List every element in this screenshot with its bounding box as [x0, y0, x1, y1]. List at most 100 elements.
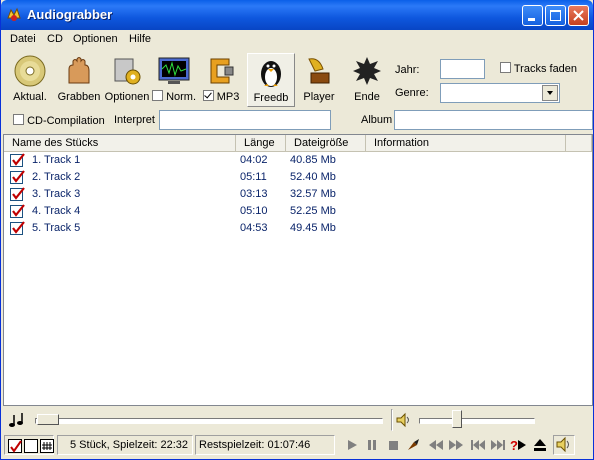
track-name: 1. Track 1 — [32, 154, 81, 166]
track-name: 5. Track 5 — [32, 222, 81, 234]
invert-selection-icon — [42, 442, 52, 450]
jahr-label: Jahr: — [395, 64, 420, 76]
chevron-down-icon — [547, 91, 553, 95]
close-button[interactable] — [568, 5, 589, 26]
interpret-input[interactable] — [159, 110, 331, 130]
column-header-length[interactable]: Länge — [236, 135, 286, 152]
mp3-option[interactable]: MP3 — [199, 53, 243, 105]
track-size: 52.40 Mb — [290, 171, 336, 183]
track-length: 04:02 — [240, 154, 268, 166]
track-size: 52.25 Mb — [290, 205, 336, 217]
settings-icon — [114, 58, 141, 85]
select-all-button[interactable] — [8, 439, 22, 453]
column-header-size[interactable]: Dateigröße — [286, 135, 366, 152]
red-check-icon — [12, 221, 25, 234]
menu-datei[interactable]: Datei — [10, 33, 36, 45]
track-length: 03:13 — [240, 188, 268, 200]
menu-bar: Datei CD Optionen Hilfe — [1, 30, 594, 49]
column-header-information[interactable]: Information — [366, 135, 566, 152]
title-bar[interactable]: Audiograbber — [1, 0, 593, 30]
pause-icon[interactable] — [363, 437, 381, 453]
cd-compilation-checkbox[interactable] — [13, 114, 24, 125]
svg-text:?: ? — [510, 438, 518, 453]
volume-track[interactable] — [419, 418, 535, 424]
random-play-icon[interactable]: ? — [509, 437, 527, 453]
toolbar: Aktual. Grabben Optionen Norm. MP3 Freed… — [1, 50, 594, 107]
cd-refresh-icon — [14, 55, 46, 87]
waveform-monitor-icon — [158, 57, 190, 84]
clamp-icon — [210, 58, 234, 84]
track-checkbox[interactable] — [10, 221, 25, 235]
tracks-faden-checkbox[interactable] — [500, 62, 511, 73]
red-check-icon — [12, 187, 25, 200]
table-row[interactable]: 5. Track 5 04:53 49.45 Mb — [4, 220, 592, 237]
select-none-button[interactable] — [24, 439, 38, 453]
grabben-button[interactable]: Grabben — [56, 53, 102, 105]
gramophone-icon — [308, 58, 330, 84]
separator — [391, 409, 393, 431]
norm-option[interactable]: Norm. — [152, 53, 196, 105]
cd-info-row: CD-Compilation Interpret Album — [1, 109, 594, 131]
music-notes-icon — [9, 413, 23, 427]
aktual-button[interactable]: Aktual. — [7, 53, 53, 105]
position-slider-thumb[interactable] — [37, 414, 59, 425]
freedb-button[interactable]: Freedb — [247, 53, 295, 107]
player-button[interactable]: Player — [297, 53, 341, 105]
track-checkbox[interactable] — [10, 187, 25, 201]
table-row[interactable]: 2. Track 2 05:11 52.40 Mb — [4, 169, 592, 186]
next-track-icon[interactable] — [489, 437, 507, 453]
invert-selection-button[interactable] — [40, 439, 54, 453]
mp3-checkbox[interactable] — [202, 90, 214, 101]
track-name: 4. Track 4 — [32, 205, 81, 217]
exit-splat-icon — [353, 57, 381, 85]
fast-forward-icon[interactable] — [447, 437, 465, 453]
album-label: Album — [361, 114, 393, 126]
menu-hilfe[interactable]: Hilfe — [129, 33, 151, 45]
tracks-faden-label: Tracks faden — [513, 63, 578, 75]
cd-compilation-label: CD-Compilation — [27, 115, 105, 127]
table-row[interactable]: 1. Track 1 04:02 40.85 Mb — [4, 152, 592, 169]
speaker-icon — [556, 436, 569, 453]
interpret-label: Interpret — [114, 114, 155, 126]
app-window: Audiograbber Datei CD Optionen Hilfe Akt… — [0, 0, 594, 460]
minimize-icon — [528, 18, 535, 21]
jahr-input[interactable] — [440, 59, 485, 79]
maximize-button[interactable] — [545, 5, 566, 26]
volume-button[interactable] — [553, 435, 575, 455]
album-input[interactable] — [394, 110, 593, 130]
penguin-icon — [261, 61, 281, 87]
optionen-button[interactable]: Optionen — [104, 53, 150, 105]
track-length: 05:11 — [240, 171, 267, 183]
previous-track-icon[interactable] — [469, 437, 487, 453]
window-title: Audiograbber — [27, 7, 113, 22]
stop-icon[interactable] — [385, 437, 403, 453]
maximize-icon — [550, 10, 561, 21]
track-checkbox[interactable] — [10, 153, 25, 167]
remaining-time-status: Restspielzeit: 01:07:46 — [199, 439, 311, 451]
minimize-button[interactable] — [522, 5, 543, 26]
menu-cd[interactable]: CD — [47, 33, 63, 45]
rewind-icon[interactable] — [427, 437, 445, 453]
genre-dropdown-button[interactable] — [542, 85, 558, 101]
track-size: 40.85 Mb — [290, 154, 336, 166]
selection-buttons — [4, 435, 54, 455]
track-checkbox[interactable] — [10, 170, 25, 184]
record-pick-icon[interactable] — [405, 437, 423, 453]
close-icon — [573, 10, 584, 21]
eject-icon[interactable] — [531, 437, 549, 453]
table-row[interactable]: 4. Track 4 05:10 52.25 Mb — [4, 203, 592, 220]
menu-optionen[interactable]: Optionen — [73, 33, 118, 45]
track-size: 32.57 Mb — [290, 188, 336, 200]
play-icon[interactable] — [343, 437, 361, 453]
table-row[interactable]: 3. Track 3 03:13 32.57 Mb — [4, 186, 592, 203]
position-track[interactable] — [35, 418, 383, 424]
track-checkbox[interactable] — [10, 204, 25, 218]
volume-slider-thumb[interactable] — [451, 410, 462, 428]
column-header-name[interactable]: Name des Stücks — [4, 135, 236, 152]
track-length: 04:53 — [240, 222, 268, 234]
column-header-filler — [566, 135, 592, 152]
genre-select[interactable] — [440, 83, 560, 103]
norm-checkbox[interactable] — [152, 90, 163, 101]
ende-button[interactable]: Ende — [345, 53, 389, 105]
track-list[interactable]: Name des Stücks Länge Dateigröße Informa… — [3, 134, 593, 406]
